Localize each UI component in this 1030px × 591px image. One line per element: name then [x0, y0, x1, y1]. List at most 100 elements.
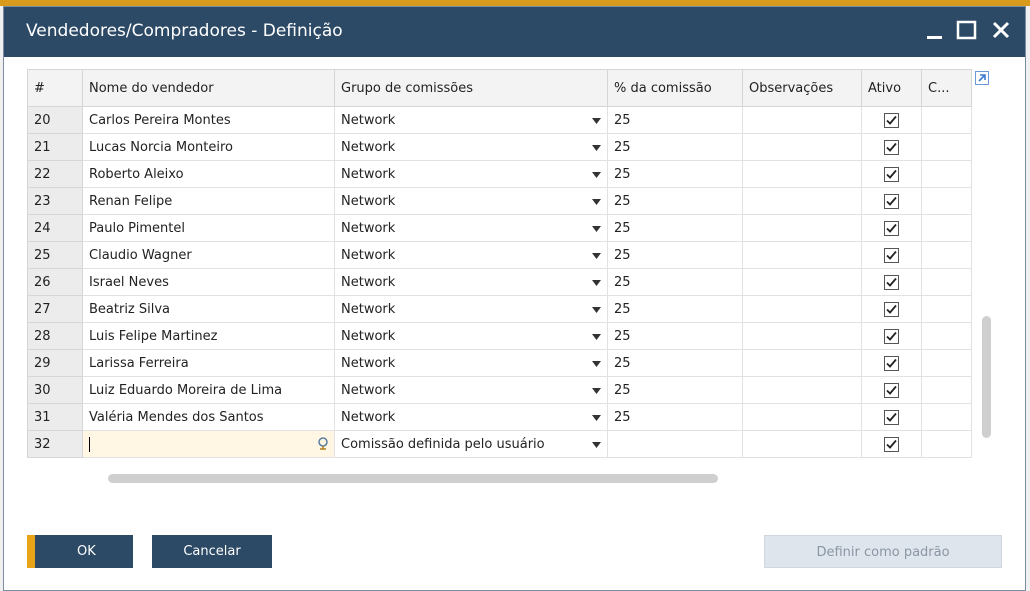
seller-name-cell[interactable]: Larissa Ferreira: [82, 349, 335, 377]
table-row-new[interactable]: 32 Comissão definida pelo usuário: [27, 430, 972, 458]
more-cell[interactable]: [921, 133, 972, 161]
column-header-more[interactable]: C...: [921, 69, 972, 107]
active-checkbox[interactable]: [861, 403, 922, 431]
table-row[interactable]: 25 Claudio Wagner Network 25: [27, 241, 972, 269]
commission-percent-cell[interactable]: 25: [607, 214, 743, 242]
dropdown-arrow-icon[interactable]: [592, 437, 601, 452]
dropdown-arrow-icon[interactable]: [592, 248, 601, 263]
commission-percent-cell[interactable]: 25: [607, 268, 743, 296]
commission-percent-cell[interactable]: 25: [607, 376, 743, 404]
more-cell[interactable]: [921, 403, 972, 431]
notes-cell[interactable]: [742, 403, 862, 431]
notes-cell[interactable]: [742, 322, 862, 350]
lookup-icon[interactable]: [316, 436, 330, 454]
commission-group-select[interactable]: Network: [334, 214, 608, 242]
commission-percent-cell[interactable]: 25: [607, 187, 743, 215]
commission-percent-cell[interactable]: 25: [607, 106, 743, 134]
commission-group-select[interactable]: Comissão definida pelo usuário: [334, 430, 608, 458]
commission-percent-cell[interactable]: 25: [607, 160, 743, 188]
commission-percent-cell[interactable]: [607, 430, 743, 458]
notes-cell[interactable]: [742, 376, 862, 404]
seller-name-cell[interactable]: Luiz Eduardo Moreira de Lima: [82, 376, 335, 404]
commission-percent-cell[interactable]: 25: [607, 241, 743, 269]
seller-name-cell[interactable]: Claudio Wagner: [82, 241, 335, 269]
commission-percent-cell[interactable]: 25: [607, 403, 743, 431]
notes-cell[interactable]: [742, 241, 862, 269]
seller-name-cell[interactable]: Beatriz Silva: [82, 295, 335, 323]
table-row[interactable]: 26 Israel Neves Network 25: [27, 268, 972, 296]
commission-group-select[interactable]: Network: [334, 160, 608, 188]
dropdown-arrow-icon[interactable]: [592, 275, 601, 290]
seller-name-cell[interactable]: Paulo Pimentel: [82, 214, 335, 242]
commission-group-select[interactable]: Network: [334, 133, 608, 161]
active-checkbox[interactable]: [861, 376, 922, 404]
seller-name-cell[interactable]: Luis Felipe Martinez: [82, 322, 335, 350]
set-default-button[interactable]: Definir como padrão: [764, 535, 1002, 568]
table-row[interactable]: 28 Luis Felipe Martinez Network 25: [27, 322, 972, 350]
column-header-group[interactable]: Grupo de comissões: [334, 69, 608, 107]
more-cell[interactable]: [921, 322, 972, 350]
notes-cell[interactable]: [742, 106, 862, 134]
commission-percent-cell[interactable]: 25: [607, 133, 743, 161]
expand-arrow-icon[interactable]: [975, 71, 989, 89]
table-row[interactable]: 27 Beatriz Silva Network 25: [27, 295, 972, 323]
active-checkbox[interactable]: [861, 349, 922, 377]
notes-cell[interactable]: [742, 187, 862, 215]
dropdown-arrow-icon[interactable]: [592, 302, 601, 317]
dropdown-arrow-icon[interactable]: [592, 383, 601, 398]
name-input[interactable]: [82, 430, 335, 458]
dropdown-arrow-icon[interactable]: [592, 221, 601, 236]
seller-name-cell[interactable]: Carlos Pereira Montes: [82, 106, 335, 134]
dropdown-arrow-icon[interactable]: [592, 329, 601, 344]
dropdown-arrow-icon[interactable]: [592, 356, 601, 371]
more-cell[interactable]: [921, 376, 972, 404]
table-row[interactable]: 24 Paulo Pimentel Network 25: [27, 214, 972, 242]
commission-group-select[interactable]: Network: [334, 106, 608, 134]
dropdown-arrow-icon[interactable]: [592, 167, 601, 182]
notes-cell[interactable]: [742, 133, 862, 161]
table-row[interactable]: 31 Valéria Mendes dos Santos Network 25: [27, 403, 972, 431]
more-cell[interactable]: [921, 349, 972, 377]
seller-name-cell[interactable]: Lucas Norcia Monteiro: [82, 133, 335, 161]
commission-percent-cell[interactable]: 25: [607, 295, 743, 323]
active-checkbox[interactable]: [861, 187, 922, 215]
more-cell[interactable]: [921, 214, 972, 242]
active-checkbox[interactable]: [861, 268, 922, 296]
minimize-icon[interactable]: [922, 17, 948, 43]
table-row[interactable]: 30 Luiz Eduardo Moreira de Lima Network 25: [27, 376, 972, 404]
dropdown-arrow-icon[interactable]: [592, 410, 601, 425]
active-checkbox[interactable]: [861, 214, 922, 242]
commission-group-select[interactable]: Network: [334, 187, 608, 215]
column-header-commission[interactable]: % da comissão: [607, 69, 743, 107]
more-cell[interactable]: [921, 295, 972, 323]
seller-name-cell[interactable]: Roberto Aleixo: [82, 160, 335, 188]
more-cell[interactable]: [921, 160, 972, 188]
active-checkbox[interactable]: [861, 295, 922, 323]
notes-cell[interactable]: [742, 268, 862, 296]
seller-name-cell[interactable]: Renan Felipe: [82, 187, 335, 215]
commission-group-select[interactable]: Network: [334, 349, 608, 377]
column-header-notes[interactable]: Observações: [742, 69, 862, 107]
horizontal-scrollbar[interactable]: [108, 474, 718, 483]
dropdown-arrow-icon[interactable]: [592, 140, 601, 155]
active-checkbox[interactable]: [861, 160, 922, 188]
seller-name-cell[interactable]: Israel Neves: [82, 268, 335, 296]
commission-group-select[interactable]: Network: [334, 322, 608, 350]
notes-cell[interactable]: [742, 295, 862, 323]
commission-group-select[interactable]: Network: [334, 376, 608, 404]
table-row[interactable]: 29 Larissa Ferreira Network 25: [27, 349, 972, 377]
more-cell[interactable]: [921, 187, 972, 215]
seller-name-cell[interactable]: Valéria Mendes dos Santos: [82, 403, 335, 431]
active-checkbox[interactable]: [861, 106, 922, 134]
table-row[interactable]: 22 Roberto Aleixo Network 25: [27, 160, 972, 188]
active-checkbox[interactable]: [861, 241, 922, 269]
commission-group-select[interactable]: Network: [334, 268, 608, 296]
column-header-name[interactable]: Nome do vendedor: [82, 69, 335, 107]
cancel-button[interactable]: Cancelar: [152, 535, 272, 568]
notes-cell[interactable]: [742, 349, 862, 377]
table-row[interactable]: 21 Lucas Norcia Monteiro Network 25: [27, 133, 972, 161]
more-cell[interactable]: [921, 430, 972, 458]
active-checkbox[interactable]: [861, 322, 922, 350]
dropdown-arrow-icon[interactable]: [592, 194, 601, 209]
title-bar[interactable]: Vendedores/Compradores - Definição: [4, 7, 1025, 57]
